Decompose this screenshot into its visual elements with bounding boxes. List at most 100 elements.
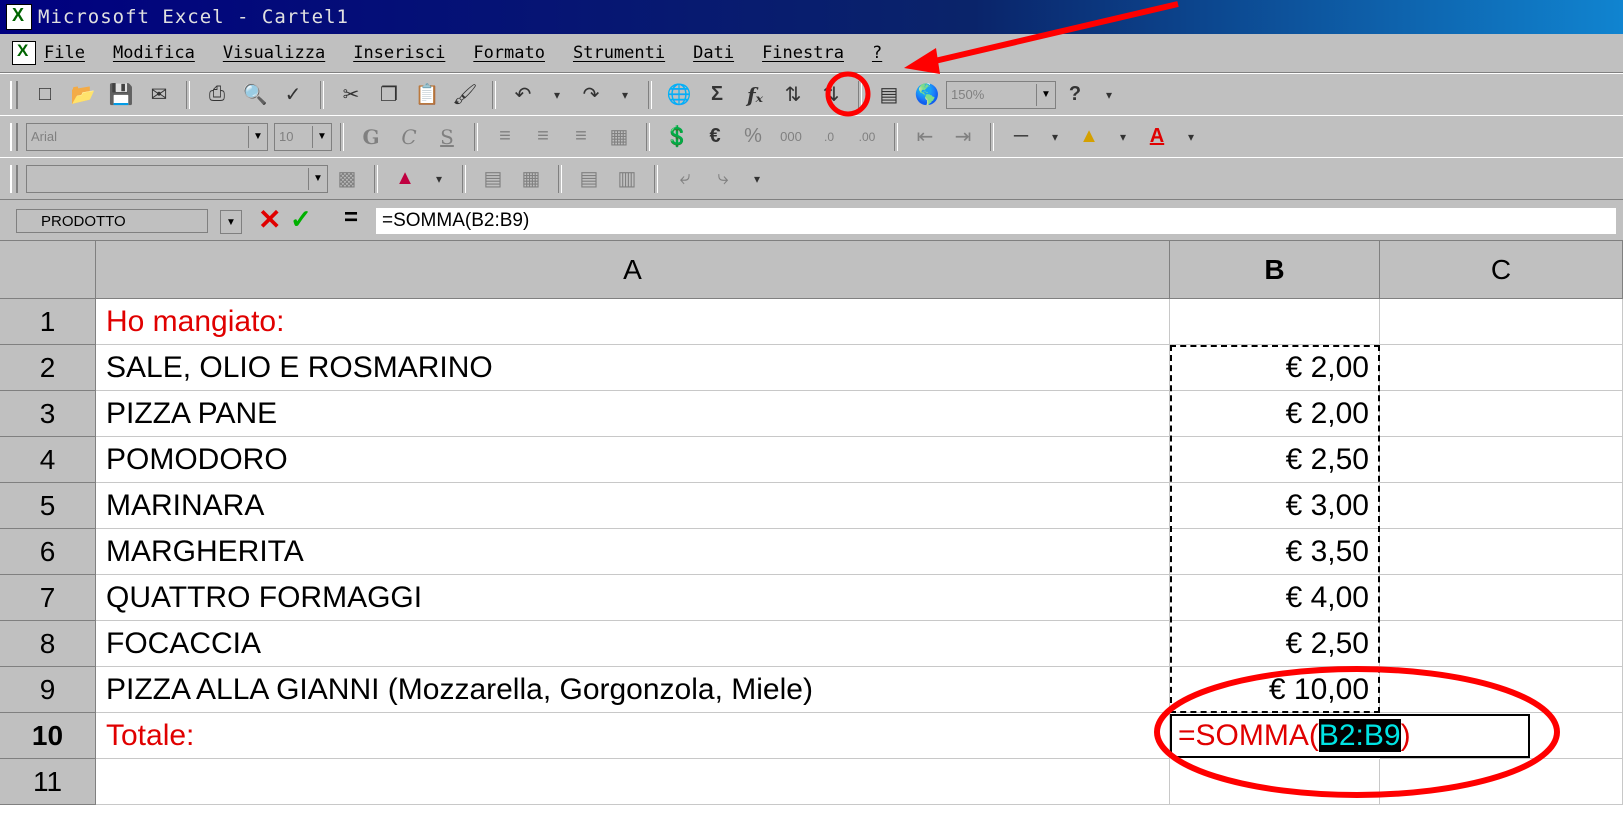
chevron-down-icon[interactable]: ▼ — [308, 167, 327, 190]
column-header-a[interactable]: A — [96, 241, 1170, 299]
active-cell-editor[interactable]: =SOMMA(B2:B9) — [1170, 714, 1530, 758]
autosum-icon[interactable]: Σ — [702, 80, 732, 110]
cell-b3[interactable]: € 2,00 — [1170, 391, 1380, 437]
menu-strumenti[interactable]: Strumenti — [573, 43, 665, 63]
excel-app-icon[interactable] — [6, 4, 32, 30]
paste-icon[interactable]: 📋 — [412, 80, 442, 110]
cell-a10[interactable]: Totale: — [96, 713, 1170, 759]
merge-center-icon[interactable]: ▦ — [604, 122, 634, 152]
cell-c8[interactable] — [1380, 621, 1623, 667]
row-header[interactable]: 4 — [0, 437, 96, 483]
column-header-c[interactable]: C — [1380, 241, 1623, 299]
cell-b2[interactable]: € 2,00 — [1170, 345, 1380, 391]
undo-dropdown-icon[interactable]: ▾ — [546, 80, 568, 110]
format-painter-icon[interactable]: 🖌 — [450, 80, 480, 110]
column-header-b[interactable]: B — [1170, 241, 1380, 299]
cell-a11[interactable] — [96, 759, 1170, 805]
zoom-select[interactable]: 150% ▼ — [946, 80, 1056, 109]
toolbar-grip[interactable] — [10, 80, 18, 109]
mail-icon[interactable]: ✉ — [144, 80, 174, 110]
cell-a9[interactable]: PIZZA ALLA GIANNI (Mozzarella, Gorgonzol… — [96, 667, 1170, 713]
row-header[interactable]: 10 — [0, 713, 96, 759]
cell-b8[interactable]: € 2,50 — [1170, 621, 1380, 667]
edit-formula-button[interactable]: = — [344, 204, 358, 232]
cell-c3[interactable] — [1380, 391, 1623, 437]
chevron-down-icon[interactable]: ▼ — [312, 125, 331, 148]
cell-c6[interactable] — [1380, 529, 1623, 575]
hyperlink-icon[interactable]: 🌐 — [664, 80, 694, 110]
increase-indent-icon[interactable]: ⇥ — [948, 122, 978, 152]
toolbar-grip[interactable] — [10, 164, 18, 193]
chevron-down-icon[interactable]: ▼ — [1036, 83, 1055, 106]
legend-icon[interactable]: ▤ — [478, 164, 508, 194]
cut-icon[interactable]: ✂ — [336, 80, 366, 110]
increase-decimal-icon[interactable]: .0 — [814, 122, 844, 152]
format-chart-icon[interactable]: ▩ — [332, 164, 362, 194]
by-row-icon[interactable]: ▤ — [574, 164, 604, 194]
cell-a5[interactable]: MARINARA — [96, 483, 1170, 529]
cell-c9[interactable] — [1380, 667, 1623, 713]
row-header[interactable]: 8 — [0, 621, 96, 667]
copy-icon[interactable]: ❐ — [374, 80, 404, 110]
spell-check-icon[interactable]: ✓ — [278, 80, 308, 110]
borders-icon[interactable]: ─ — [1006, 122, 1036, 152]
row-header[interactable]: 3 — [0, 391, 96, 437]
cell-c4[interactable] — [1380, 437, 1623, 483]
select-all-corner[interactable] — [0, 241, 96, 299]
cell-b4[interactable]: € 2,50 — [1170, 437, 1380, 483]
chart-wizard-icon[interactable]: ▤ — [874, 80, 904, 110]
fill-color-dropdown-icon[interactable]: ▾ — [1112, 122, 1134, 152]
map-icon[interactable]: 🌎 — [912, 80, 942, 110]
redo-icon[interactable]: ↷ — [576, 80, 606, 110]
cell-c5[interactable] — [1380, 483, 1623, 529]
align-left-icon[interactable]: ≡ — [490, 122, 520, 152]
font-select[interactable]: Arial ▼ — [26, 122, 268, 151]
cell-a2[interactable]: SALE, OLIO E ROSMARINO — [96, 345, 1170, 391]
cell-b7[interactable]: € 4,00 — [1170, 575, 1380, 621]
cell-a4[interactable]: POMODORO — [96, 437, 1170, 483]
angle-text-up-icon[interactable]: ⤷ — [708, 164, 738, 194]
cell-a6[interactable]: MARGHERITA — [96, 529, 1170, 575]
cell-a3[interactable]: PIZZA PANE — [96, 391, 1170, 437]
save-icon[interactable]: 💾 — [106, 80, 136, 110]
cell-b9[interactable]: € 10,00 — [1170, 667, 1380, 713]
sort-ascending-icon[interactable]: ⇅ — [778, 80, 808, 110]
cell-a7[interactable]: QUATTRO FORMAGGI — [96, 575, 1170, 621]
menu-file[interactable]: File — [44, 43, 85, 63]
row-header[interactable]: 11 — [0, 759, 96, 805]
name-box[interactable]: PRODOTTO — [16, 209, 208, 233]
decrease-indent-icon[interactable]: ⇤ — [910, 122, 940, 152]
by-column-icon[interactable]: ▥ — [612, 164, 642, 194]
toolbar-options-icon[interactable]: ▾ — [1098, 80, 1120, 110]
cell-a1[interactable]: Ho mangiato: — [96, 299, 1170, 345]
row-header[interactable]: 6 — [0, 529, 96, 575]
bold-icon[interactable]: G — [356, 122, 386, 152]
font-color-icon[interactable]: A — [1142, 122, 1172, 152]
formula-input[interactable]: =SOMMA(B2:B9) — [376, 208, 1616, 234]
data-table-icon[interactable]: ▦ — [516, 164, 546, 194]
cell-a8[interactable]: FOCACCIA — [96, 621, 1170, 667]
cell-c2[interactable] — [1380, 345, 1623, 391]
chart-type-dropdown-icon[interactable]: ▾ — [428, 164, 450, 194]
font-color-dropdown-icon[interactable]: ▾ — [1180, 122, 1202, 152]
toolbar-options-icon[interactable]: ▾ — [746, 164, 768, 194]
align-center-icon[interactable]: ≡ — [528, 122, 558, 152]
help-icon[interactable]: ? — [1060, 80, 1090, 110]
italic-icon[interactable]: C — [394, 122, 424, 152]
function-icon[interactable]: fₓ — [740, 80, 770, 110]
redo-dropdown-icon[interactable]: ▾ — [614, 80, 636, 110]
menu-formato[interactable]: Formato — [473, 43, 545, 63]
menu-visualizza[interactable]: Visualizza — [223, 43, 325, 63]
fill-color-icon[interactable]: ▲ — [1074, 122, 1104, 152]
currency-icon[interactable]: 💲 — [662, 122, 692, 152]
font-size-select[interactable]: 10 ▼ — [274, 122, 332, 151]
menu-inserisci[interactable]: Inserisci — [353, 43, 445, 63]
cell-b1[interactable] — [1170, 299, 1380, 345]
name-box-dropdown-icon[interactable]: ▼ — [220, 210, 242, 234]
cell-c11[interactable] — [1380, 759, 1623, 805]
menu-modifica[interactable]: Modifica — [113, 43, 195, 63]
row-header[interactable]: 5 — [0, 483, 96, 529]
cancel-icon[interactable]: ✕ — [258, 203, 281, 236]
chart-objects-select[interactable]: ▼ — [26, 164, 328, 193]
cell-b11[interactable] — [1170, 759, 1380, 805]
